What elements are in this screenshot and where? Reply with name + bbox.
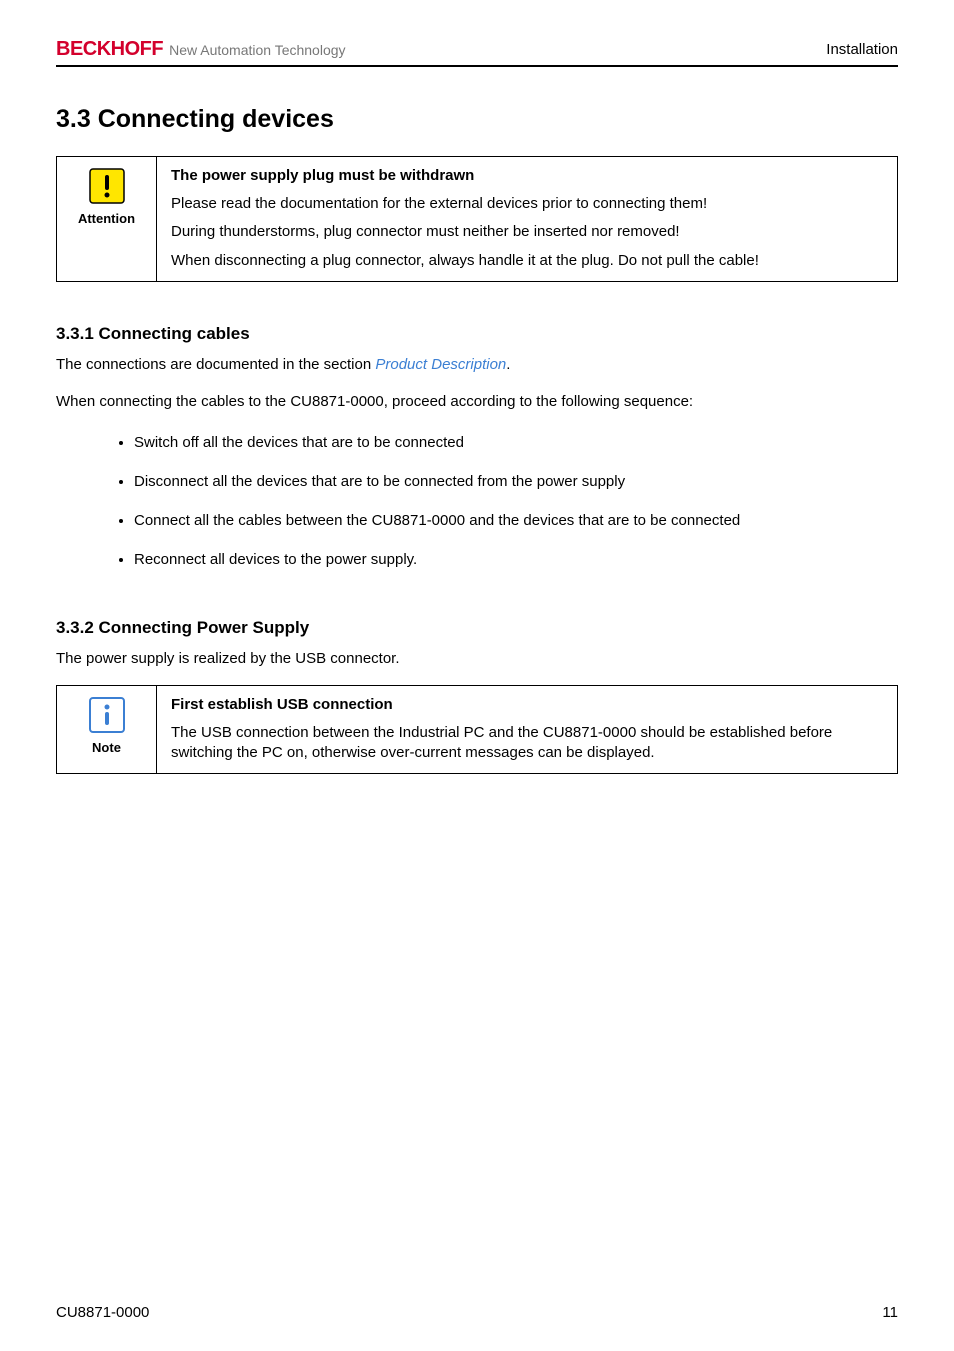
product-description-link[interactable]: Product Description (375, 356, 506, 373)
note-callout: Note First establish USB connection The … (56, 685, 898, 775)
attention-callout: Attention The power supply plug must be … (56, 156, 898, 282)
list-item: Switch off all the devices that are to b… (134, 432, 898, 453)
note-label: Note (92, 740, 121, 755)
header-section-label: Installation (826, 41, 898, 58)
attention-p2: During thunderstorms, plug connector mus… (171, 222, 883, 242)
section-title: 3.3 Connecting devices (56, 105, 898, 134)
brand-logo: BECKHOFF (56, 38, 163, 61)
note-p1: The USB connection between the Industria… (171, 723, 883, 764)
list-item: Reconnect all devices to the power suppl… (134, 549, 898, 570)
list-item: Connect all the cables between the CU887… (134, 510, 898, 531)
note-body: First establish USB connection The USB c… (157, 686, 897, 774)
page: BECKHOFF New Automation Technology Insta… (0, 0, 954, 1351)
brand-tagline: New Automation Technology (169, 42, 345, 58)
footer: CU8871-0000 11 (56, 1304, 898, 1351)
sub1-p2: When connecting the cables to the CU8871… (56, 391, 898, 412)
sub1-intro: The connections are documented in the se… (56, 354, 898, 375)
attention-p3: When disconnecting a plug connector, alw… (171, 251, 883, 271)
header: BECKHOFF New Automation Technology Insta… (56, 38, 898, 65)
note-head: First establish USB connection (171, 696, 883, 713)
info-icon (88, 696, 126, 734)
sub1-intro-pre: The connections are documented in the se… (56, 356, 375, 373)
header-divider (56, 65, 898, 67)
footer-page-number: 11 (882, 1304, 898, 1321)
note-left: Note (57, 686, 157, 774)
attention-head: The power supply plug must be withdrawn (171, 167, 883, 184)
sub1-bullets: Switch off all the devices that are to b… (56, 432, 898, 588)
brand: BECKHOFF New Automation Technology (56, 38, 346, 61)
sub2-intro: The power supply is realized by the USB … (56, 648, 898, 669)
attention-icon (88, 167, 126, 205)
sub2-title: 3.3.2 Connecting Power Supply (56, 618, 898, 638)
attention-body: The power supply plug must be withdrawn … (157, 157, 897, 281)
attention-label: Attention (78, 211, 135, 226)
footer-left: CU8871-0000 (56, 1304, 149, 1321)
sub1-title: 3.3.1 Connecting cables (56, 324, 898, 344)
attention-p1: Please read the documentation for the ex… (171, 194, 883, 214)
attention-left: Attention (57, 157, 157, 281)
sub1-intro-post: . (506, 356, 510, 373)
list-item: Disconnect all the devices that are to b… (134, 471, 898, 492)
